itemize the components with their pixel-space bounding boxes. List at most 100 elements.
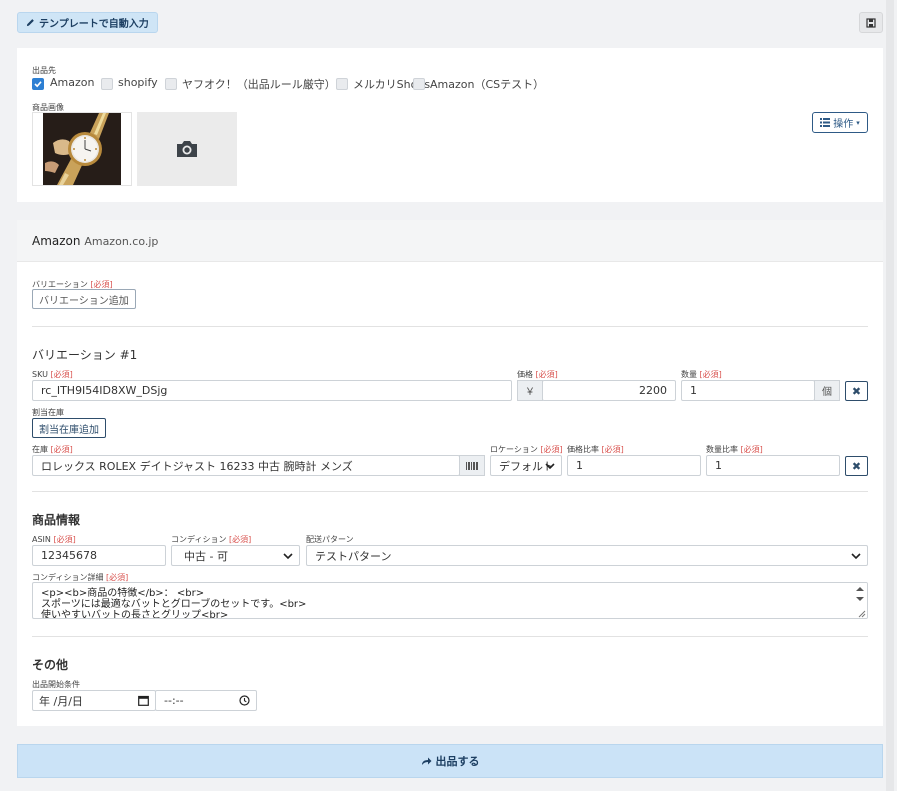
quantity-ratio-label: 数量比率 [必須] xyxy=(706,444,763,455)
template-autofill-button[interactable]: テンプレートで自動入力 xyxy=(17,12,158,33)
condition-detail-textarea[interactable]: <p><b>商品の特徴</b>： <br> スポーツには最適なバットとグローブの… xyxy=(32,582,868,619)
stock-label: 在庫 [必須] xyxy=(32,444,73,455)
stock-input[interactable]: ロレックス ROLEX デイトジャスト 16233 中古 腕時計 メンズ xyxy=(32,455,460,476)
required-mark: [必須] xyxy=(106,573,129,582)
add-allocated-stock-button[interactable]: 割当在庫追加 xyxy=(32,418,106,438)
condition-select[interactable]: 中古 - 可 xyxy=(171,545,300,566)
stock-lookup-button[interactable] xyxy=(459,455,485,476)
calendar-icon xyxy=(138,695,149,706)
allocated-stock-label: 割当在庫 xyxy=(32,408,64,417)
listing-settings-card: 出品先 Amazon shopify ヤフオク！（出品ルール厳守） メルカリSh… xyxy=(17,48,883,202)
scrollbar-thumb[interactable] xyxy=(886,0,894,791)
shipping-pattern-label: 配送パターン xyxy=(306,535,354,544)
listing-start-label: 出品開始条件 xyxy=(32,680,80,689)
page-scrollbar[interactable] xyxy=(883,0,897,791)
remove-stock-button[interactable]: ✖ xyxy=(845,456,868,476)
destination-label-amazon-cs-test: Amazon（CSテスト） xyxy=(430,78,545,91)
asin-label: ASIN [必須] xyxy=(32,534,76,545)
location-label: ロケーション [必須] xyxy=(490,444,563,455)
start-date-input[interactable]: 年 /月/日 xyxy=(32,690,156,711)
destination-label-shopify: shopify xyxy=(118,76,158,89)
quantity-ratio-label-text: 数量比率 xyxy=(706,445,738,454)
divider xyxy=(32,491,868,492)
operations-label: 操作 xyxy=(833,119,854,130)
sku-input[interactable]: rc_ITH9I54ID8XW_DSjg xyxy=(32,380,512,401)
chevron-down-icon xyxy=(283,553,293,560)
condition-detail-line: スポーツには最適なバットとグローブのセットです。<br> xyxy=(41,599,307,610)
quantity-unit-addon: 個 xyxy=(814,380,840,401)
template-autofill-label: テンプレートで自動入力 xyxy=(39,19,149,30)
amazon-listing-card: Amazon Amazon.co.jp バリエーション [必須] バリエーション… xyxy=(17,220,883,726)
operations-dropdown-button[interactable]: 操作 ▾ xyxy=(812,112,868,133)
condition-value: 中古 - 可 xyxy=(184,549,228,563)
shipping-pattern-value: テストパターン xyxy=(315,549,392,563)
submit-listing-button[interactable]: 出品する xyxy=(17,744,883,778)
amazon-card-subtitle: Amazon.co.jp xyxy=(84,235,159,248)
condition-detail-label-text: コンディション詳細 xyxy=(32,573,104,582)
location-select[interactable]: デフォルト xyxy=(490,455,562,476)
list-icon xyxy=(820,118,831,127)
close-icon: ✖ xyxy=(851,459,862,473)
camera-icon xyxy=(177,141,197,157)
watch-photo xyxy=(43,113,121,185)
required-mark: [必須] xyxy=(601,445,624,454)
location-label-text: ロケーション xyxy=(490,445,538,454)
condition-detail-line: <p><b>商品の特徴</b>： <br> xyxy=(41,588,205,599)
save-button[interactable] xyxy=(859,12,883,33)
required-mark: [必須] xyxy=(50,445,73,454)
other-section-title: その他 xyxy=(32,658,69,672)
required-mark: [必須] xyxy=(53,535,76,544)
variation-title: バリエーション #1 xyxy=(32,348,138,362)
barcode-icon xyxy=(466,461,478,470)
price-ratio-label-text: 価格比率 xyxy=(567,445,599,454)
resize-handle-icon[interactable] xyxy=(856,608,866,618)
scroll-up-icon xyxy=(856,587,864,591)
add-photo-button[interactable] xyxy=(137,112,237,186)
shipping-pattern-select[interactable]: テストパターン xyxy=(306,545,868,566)
scroll-down-icon xyxy=(856,597,864,601)
variation-label-text: バリエーション xyxy=(32,280,88,289)
currency-addon: ￥ xyxy=(517,380,543,401)
price-input[interactable]: 2200 xyxy=(542,380,676,401)
divider xyxy=(32,636,868,637)
product-image-thumbnail[interactable] xyxy=(32,112,132,186)
asin-input[interactable]: 12345678 xyxy=(32,545,166,566)
divider xyxy=(32,326,868,327)
asin-label-text: ASIN xyxy=(32,535,51,544)
stock-label-text: 在庫 xyxy=(32,445,48,454)
sku-label: SKU [必須] xyxy=(32,369,73,380)
caret-down-icon: ▾ xyxy=(856,118,860,127)
price-ratio-input[interactable]: 1 xyxy=(567,455,701,476)
pencil-icon xyxy=(26,19,34,27)
destination-checkbox-amazon-cs-test[interactable] xyxy=(413,78,425,90)
start-time-input[interactable]: --:-- xyxy=(155,690,257,711)
start-date-placeholder: 年 /月/日 xyxy=(39,694,83,708)
save-icon xyxy=(866,17,876,28)
destination-checkbox-shopify[interactable] xyxy=(101,78,113,90)
required-mark: [必須] xyxy=(740,445,763,454)
clock-icon xyxy=(239,695,250,706)
destination-label-amazon: Amazon xyxy=(50,76,95,89)
required-mark: [必須] xyxy=(535,370,558,379)
chevron-down-icon xyxy=(851,553,861,560)
product-info-title: 商品情報 xyxy=(32,513,81,527)
amazon-card-header: Amazon Amazon.co.jp xyxy=(17,220,883,262)
start-time-placeholder: --:-- xyxy=(164,694,184,707)
destination-checkbox-amazon[interactable] xyxy=(32,78,44,90)
required-mark: [必須] xyxy=(540,445,563,454)
quantity-input[interactable]: 1 xyxy=(681,380,815,401)
price-ratio-label: 価格比率 [必須] xyxy=(567,444,624,455)
price-label: 価格 [必須] xyxy=(517,369,558,380)
remove-variation-button[interactable]: ✖ xyxy=(845,381,868,401)
close-icon: ✖ xyxy=(851,384,862,398)
destination-checkbox-yahoo-auction[interactable] xyxy=(165,78,177,90)
required-mark: [必須] xyxy=(50,370,73,379)
quantity-ratio-input[interactable]: 1 xyxy=(706,455,840,476)
destination-label-yahoo-auction: ヤフオク！（出品ルール厳守） xyxy=(182,78,336,91)
destinations-label: 出品先 xyxy=(32,66,56,75)
condition-label: コンディション [必須] xyxy=(171,534,251,545)
destination-checkbox-mercari-shops[interactable] xyxy=(336,78,348,90)
required-mark: [必須] xyxy=(699,370,722,379)
textarea-scrollbar[interactable] xyxy=(853,583,867,618)
add-variation-button[interactable]: バリエーション追加 xyxy=(32,289,136,309)
